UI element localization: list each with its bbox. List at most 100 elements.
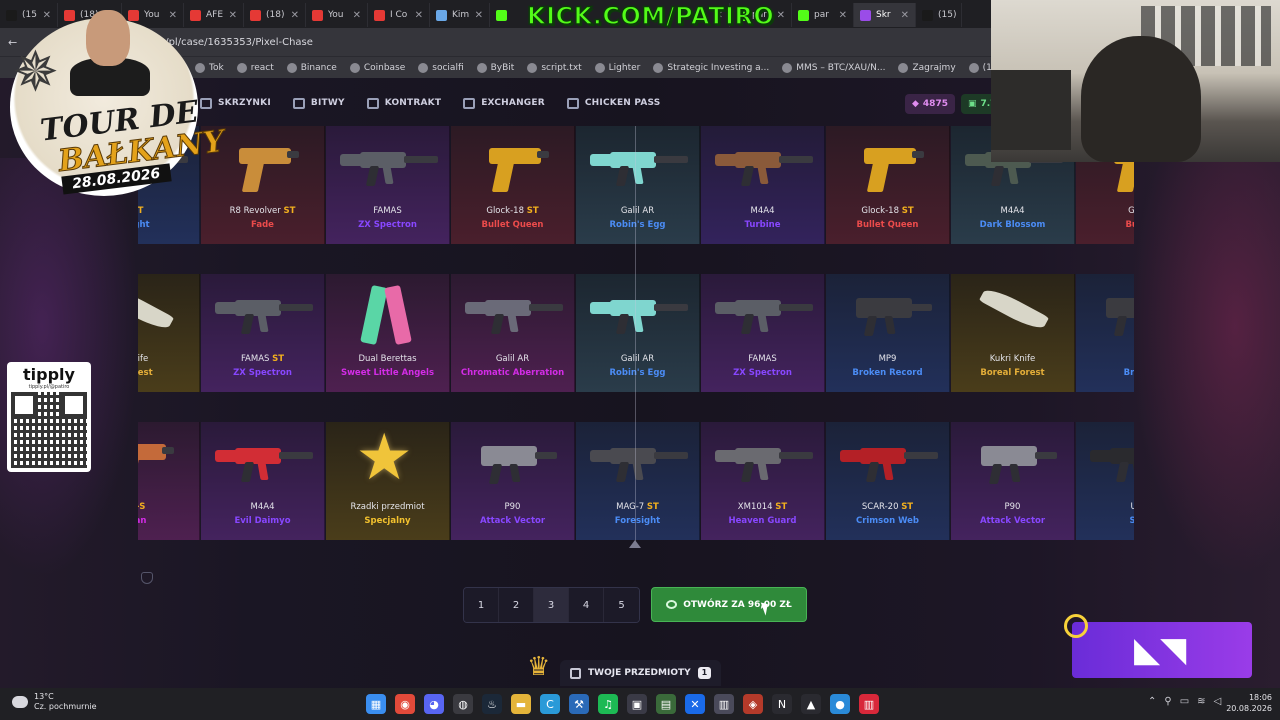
taskbar-clock[interactable]: 18:06 20.08.2026 bbox=[1226, 692, 1272, 714]
item-card: Galil AR Robin's Egg bbox=[576, 274, 700, 392]
gun-mag bbox=[256, 314, 269, 332]
streamer-head bbox=[1081, 36, 1201, 162]
case-count-2[interactable]: 2 bbox=[499, 588, 534, 622]
bookmark-item[interactable]: react bbox=[236, 62, 274, 73]
bookmark-item[interactable]: socialfi bbox=[418, 62, 464, 73]
browser-tab[interactable]: You ✕ bbox=[306, 3, 368, 27]
gun-barrel bbox=[403, 156, 438, 163]
nav-item-kontrakt[interactable]: KONTRAKT bbox=[366, 97, 442, 109]
obs-icon[interactable]: ◍ bbox=[453, 694, 473, 714]
item-weapon-name: Glock-18 ST bbox=[486, 206, 538, 216]
app2-icon[interactable]: ▣ bbox=[627, 694, 647, 714]
case-count-4[interactable]: 4 bbox=[569, 588, 604, 622]
weapon-label: Galil AR bbox=[620, 206, 655, 216]
bookmark-item[interactable]: Coinbase bbox=[349, 62, 405, 73]
tool-icon[interactable]: ⚒ bbox=[569, 694, 589, 714]
item-card: FAMAS ST ZX Spectron bbox=[201, 274, 325, 392]
red-app-icon[interactable]: ▥ bbox=[859, 694, 879, 714]
steam-icon[interactable]: ♨ bbox=[482, 694, 502, 714]
network-icon[interactable]: ▭ bbox=[1180, 696, 1189, 707]
close-icon[interactable]: ✕ bbox=[229, 10, 237, 21]
gun-grip bbox=[865, 462, 879, 482]
app-icon[interactable]: C bbox=[540, 694, 560, 714]
mic-icon[interactable]: ⚲ bbox=[1164, 696, 1171, 707]
close-icon[interactable]: ✕ bbox=[961, 10, 962, 21]
bookmark-item[interactable]: Zagrajmy bbox=[898, 62, 956, 73]
browser-tab[interactable]: par ✕ bbox=[792, 3, 854, 27]
bookmark-item[interactable]: Binance bbox=[286, 62, 337, 73]
provably-fair-icon[interactable] bbox=[141, 572, 153, 584]
weapon-image-icon bbox=[961, 280, 1065, 346]
item-weapon-name: M4A4 bbox=[751, 206, 775, 216]
gun-barrel bbox=[286, 151, 299, 158]
folder-icon[interactable]: ▬ bbox=[511, 694, 531, 714]
gun-barrel bbox=[534, 452, 557, 459]
weapon-image-icon bbox=[211, 280, 315, 346]
weather-widget[interactable]: 13°C Cz. pochmurnie bbox=[12, 692, 97, 712]
weapon-image-icon bbox=[211, 428, 315, 494]
nav-item-chicken-pass[interactable]: CHICKEN PASS bbox=[566, 97, 661, 109]
browser-tab[interactable]: (15) ✕ bbox=[916, 3, 962, 27]
discord-icon[interactable]: ◕ bbox=[424, 694, 444, 714]
nav-item-exchanger[interactable]: EXCHANGER bbox=[463, 97, 545, 109]
bookmark-item[interactable]: Lighter bbox=[594, 62, 640, 73]
coin-balance[interactable]: ◆ 4875 bbox=[905, 94, 955, 114]
chevron-up-icon[interactable]: ⌃ bbox=[1148, 696, 1156, 707]
gun-barrel bbox=[278, 452, 313, 459]
media-icon[interactable]: ▥ bbox=[714, 694, 734, 714]
nl-icon[interactable]: N bbox=[772, 694, 792, 714]
your-items-bar[interactable]: TWOJE PRZEDMIOTY 1 bbox=[560, 660, 722, 686]
close-icon[interactable]: ✕ bbox=[901, 10, 909, 21]
crown-icon: ♛ bbox=[527, 652, 551, 682]
gun-mag bbox=[756, 314, 769, 332]
ball-icon[interactable]: ● bbox=[830, 694, 850, 714]
bell-icon[interactable]: ▲ bbox=[801, 694, 821, 714]
item-card: Dual Berettas Sweet Little Angels bbox=[326, 274, 450, 392]
tab-favicon-icon bbox=[860, 9, 871, 21]
close-icon[interactable]: ✕ bbox=[475, 10, 483, 21]
volume-icon[interactable]: ◁ bbox=[1214, 696, 1222, 707]
close-icon[interactable]: ✕ bbox=[777, 10, 785, 21]
close-icon[interactable]: ✕ bbox=[353, 10, 361, 21]
item-card: M4A4 Turbine bbox=[701, 126, 825, 244]
gun-mag bbox=[1006, 166, 1019, 184]
browser-tab[interactable]: I Co ✕ bbox=[368, 3, 430, 27]
browser-tab[interactable]: Kim ✕ bbox=[430, 3, 490, 27]
weapon-image-icon bbox=[961, 428, 1065, 494]
x-icon[interactable]: ✕ bbox=[685, 694, 705, 714]
case-count-1[interactable]: 1 bbox=[464, 588, 499, 622]
open-case-button[interactable]: OTWÓRZ ZA 96,00 ZŁ bbox=[651, 587, 807, 622]
wifi-icon[interactable]: ≋ bbox=[1197, 696, 1205, 707]
terminal-icon[interactable]: ▤ bbox=[656, 694, 676, 714]
gun-slide bbox=[238, 148, 291, 164]
nav-item-skrzynki[interactable]: SKRZYNKI bbox=[200, 97, 271, 109]
close-icon[interactable]: ✕ bbox=[415, 10, 423, 21]
close-icon[interactable]: ✕ bbox=[291, 10, 299, 21]
item-skin-name: Broke bbox=[1123, 368, 1134, 378]
tab-label: I Co bbox=[390, 10, 408, 20]
chrome-icon[interactable]: ◉ bbox=[395, 694, 415, 714]
bookmark-item[interactable]: Strategic Investing a... bbox=[653, 62, 769, 73]
bookmark-item[interactable]: MMS – BTC/XAU/N... bbox=[782, 62, 885, 73]
game-icon[interactable]: ◈ bbox=[743, 694, 763, 714]
nav-item-bitwy[interactable]: BITWY bbox=[292, 97, 345, 109]
bookmark-item[interactable]: script.txt bbox=[527, 62, 582, 73]
item-weapon-name: ST bbox=[138, 206, 143, 216]
browser-tab[interactable]: Skr ✕ bbox=[854, 3, 916, 27]
close-icon[interactable]: ✕ bbox=[839, 10, 847, 21]
item-weapon-name: Rzadki przedmiot bbox=[350, 502, 424, 512]
item-skin-name: Foresight bbox=[614, 516, 661, 526]
spotify-icon[interactable]: ♫ bbox=[598, 694, 618, 714]
bookmark-item[interactable]: ByBit bbox=[476, 62, 514, 73]
item-card: Kukri Knife Boreal Forest bbox=[951, 274, 1075, 392]
weapon-label: Gloc bbox=[1128, 206, 1134, 216]
item-weapon-name: P90 bbox=[1005, 502, 1021, 512]
item-weapon-name: SCAR-20 ST bbox=[862, 502, 913, 512]
browser-tab[interactable]: (18) ✕ bbox=[244, 3, 306, 27]
case-reel: ST sight R8 Revolver ST Fade FAMAS ZX Spectro… bbox=[138, 126, 1134, 544]
case-count-3[interactable]: 3 bbox=[534, 588, 569, 622]
bookmark-icon bbox=[349, 62, 360, 73]
start-icon[interactable]: ▦ bbox=[366, 694, 386, 714]
case-count-5[interactable]: 5 bbox=[604, 588, 639, 622]
gun-grip bbox=[138, 458, 139, 488]
